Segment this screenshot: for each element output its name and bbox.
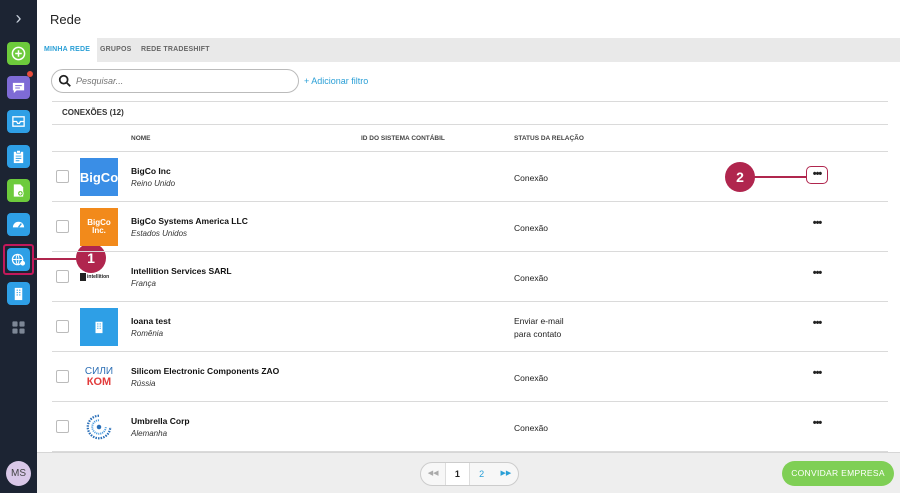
footer-bar: ◀◀ 1 2 ▶▶ CONVIDAR EMPRESA — [37, 452, 900, 493]
more-options-button[interactable]: ••• — [806, 366, 828, 384]
search-icon — [58, 74, 71, 87]
divider — [52, 101, 888, 102]
status-line: Enviar e-mail — [514, 316, 564, 326]
tabs-bar: MINHA REDE GRUPOS REDE TRADESHIFT — [37, 38, 900, 62]
sidebar: › MS — [0, 0, 37, 493]
row-checkbox[interactable] — [56, 270, 69, 283]
page-1-button[interactable]: 1 — [445, 463, 470, 485]
expand-sidebar-chevron-icon[interactable]: › — [0, 0, 37, 36]
table-row[interactable]: Ioana test Romênia Enviar e-mail para co… — [52, 302, 888, 352]
logo-text: КОМ — [86, 376, 112, 388]
company-name[interactable]: BigCo Systems America LLC — [131, 216, 248, 226]
table-row[interactable]: intellition Intellition Services SARL Fr… — [52, 252, 888, 302]
company-name[interactable]: Ioana test — [131, 316, 171, 326]
building-icon[interactable] — [7, 282, 30, 305]
company-logo: BigCo — [80, 158, 118, 196]
more-options-button[interactable]: ••• — [806, 166, 828, 184]
invite-company-button[interactable]: CONVIDAR EMPRESA — [782, 461, 894, 486]
row-checkbox[interactable] — [56, 420, 69, 433]
user-avatar[interactable]: MS — [6, 461, 31, 486]
tab-rede-tradeshift[interactable]: REDE TRADESHIFT — [141, 38, 210, 62]
plus-circle-icon[interactable] — [7, 42, 30, 65]
company-country: França — [131, 279, 156, 288]
logo-text: BigCo — [80, 169, 118, 185]
callout-2-badge: 2 — [725, 162, 755, 192]
column-header-name[interactable]: NOME — [131, 135, 151, 142]
search-input[interactable] — [76, 73, 286, 89]
tab-minha-rede[interactable]: MINHA REDE — [37, 38, 98, 62]
relationship-status: Enviar e-mail para contato — [514, 315, 564, 341]
company-name[interactable]: BigCo Inc — [131, 166, 171, 176]
callout-2-line — [752, 176, 806, 178]
relationship-status: Conexão — [514, 173, 549, 183]
notification-dot — [27, 71, 33, 77]
relationship-status: Conexão — [514, 273, 549, 283]
logo-text: BigCo Inc. — [87, 218, 111, 235]
apps-grid-icon[interactable] — [7, 316, 30, 339]
company-logo: СИЛИ КОМ — [80, 358, 118, 396]
row-checkbox[interactable] — [56, 220, 69, 233]
logo-mark — [80, 273, 86, 281]
more-options-button[interactable]: ••• — [806, 316, 828, 334]
column-header-status[interactable]: STATUS DA RELAÇÃO — [514, 135, 584, 142]
table-row[interactable]: СИЛИ КОМ Silicom Electronic Components Z… — [52, 352, 888, 402]
more-options-button[interactable]: ••• — [806, 266, 828, 284]
connections-title: CONEXÕES (12) — [62, 108, 124, 117]
page-title: Rede — [50, 12, 82, 27]
relationship-status: Conexão — [514, 373, 549, 383]
company-logo: intellition — [80, 258, 118, 296]
page-2-button[interactable]: 2 — [470, 463, 494, 485]
relationship-status: Conexão — [514, 423, 549, 433]
row-checkbox[interactable] — [56, 170, 69, 183]
row-checkbox[interactable] — [56, 370, 69, 383]
more-options-button[interactable]: ••• — [806, 216, 828, 234]
row-checkbox[interactable] — [56, 320, 69, 333]
table-row[interactable]: BigCo Inc. BigCo Systems America LLC Est… — [52, 202, 888, 252]
search-box — [51, 69, 299, 93]
company-country: Estados Unidos — [131, 229, 188, 238]
company-country: Rússia — [131, 379, 156, 388]
status-line: para contato — [514, 329, 562, 339]
logo-text: intellition — [87, 274, 110, 280]
document-add-icon[interactable] — [7, 179, 30, 202]
network-globe-icon[interactable] — [7, 248, 30, 271]
column-header-accounting-id[interactable]: ID DO SISTEMA CONTÁBIL — [361, 135, 445, 142]
first-page-button[interactable]: ◀◀ — [421, 463, 445, 485]
company-name[interactable]: Silicom Electronic Components ZAO — [131, 366, 279, 376]
divider — [52, 124, 888, 125]
company-country: Alemanha — [131, 429, 168, 438]
company-country: Romênia — [131, 329, 164, 338]
pagination: ◀◀ 1 2 ▶▶ — [420, 462, 519, 486]
company-name[interactable]: Umbrella Corp — [131, 416, 190, 426]
next-page-button[interactable]: ▶▶ — [494, 463, 518, 485]
dashboard-icon[interactable] — [7, 213, 30, 236]
company-name[interactable]: Intellition Services SARL — [131, 266, 232, 276]
building-logo-icon — [80, 308, 118, 346]
umbrella-logo-icon — [80, 408, 118, 446]
relationship-status: Conexão — [514, 223, 549, 233]
tab-grupos[interactable]: GRUPOS — [100, 38, 132, 62]
company-logo: BigCo Inc. — [80, 208, 118, 246]
table-row[interactable]: Umbrella Corp Alemanha Conexão ••• — [52, 402, 888, 452]
more-options-button[interactable]: ••• — [806, 416, 828, 434]
company-country: Reino Unido — [131, 179, 176, 188]
inbox-icon[interactable] — [7, 110, 30, 133]
add-filter-link[interactable]: + Adicionar filtro — [304, 76, 368, 86]
clipboard-icon[interactable] — [7, 145, 30, 168]
chat-icon[interactable] — [7, 76, 30, 99]
